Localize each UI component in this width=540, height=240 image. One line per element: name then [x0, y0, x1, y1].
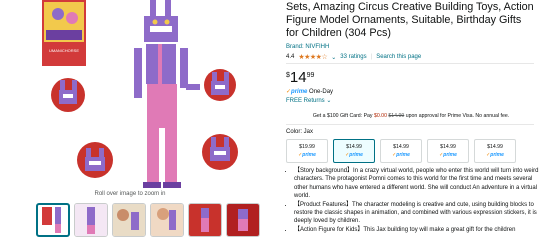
- swatch-price: $14.99: [346, 144, 362, 150]
- prime-logo-icon: prime: [302, 152, 316, 158]
- chevron-down-icon: ⌄: [326, 98, 332, 104]
- swatch-price: $19.99: [299, 144, 315, 150]
- price-fraction: 99: [306, 72, 315, 79]
- detail-circle: [51, 78, 85, 112]
- star-rating-icon[interactable]: ★★★★☆: [298, 53, 327, 61]
- feature-bullet: 【Product Features】The character modeling…: [294, 201, 540, 226]
- box-character: [52, 8, 64, 20]
- thumbnail-image[interactable]: [150, 203, 184, 237]
- prime-logo-icon: prime: [490, 152, 504, 158]
- thumbnail-figure: [42, 207, 61, 233]
- gift-card-pay: $0.00: [373, 113, 387, 119]
- feature-bullet: 【Story background】In a crazy virtual wor…: [294, 167, 540, 201]
- rating-value: 4.4: [286, 54, 295, 60]
- color-swatch[interactable]: $14.99 ✓prime: [427, 139, 469, 163]
- swatch-price: $14.99: [487, 144, 503, 150]
- color-swatch[interactable]: $14.99 ✓prime: [380, 139, 422, 163]
- color-label: Color: Jax: [286, 129, 314, 135]
- brand-link[interactable]: Brand: NIVFIHH: [286, 44, 329, 50]
- free-returns-link[interactable]: FREE Returns ⌄: [286, 97, 331, 104]
- price-whole: 14: [289, 69, 307, 86]
- ratings-count-link[interactable]: 33 ratings: [340, 54, 366, 60]
- feature-bullet: 【Action Figure for Kids】This Jax buildin…: [294, 226, 540, 234]
- swatch-price: $14.99: [393, 144, 409, 150]
- chevron-down-icon[interactable]: ⌄: [331, 54, 336, 61]
- thumbnail-figure: [227, 204, 259, 236]
- feature-bullets: 【Story background】In a crazy virtual wor…: [286, 167, 540, 234]
- color-swatch-selected[interactable]: $14.99 ✓prime: [333, 139, 375, 163]
- separator: |: [370, 54, 373, 60]
- product-title: Sets, Amazing Circus Creative Building T…: [286, 1, 534, 40]
- box-character-group: [46, 30, 82, 40]
- box-label: UMANICHORSE: [49, 48, 79, 53]
- color-swatch[interactable]: $14.99 ✓prime: [474, 139, 516, 163]
- prime-logo-icon: prime: [349, 152, 363, 158]
- prime-logo-icon: prime: [396, 152, 410, 158]
- free-returns-label: FREE Returns: [286, 98, 325, 104]
- thumbnail-figure: [113, 204, 145, 236]
- color-swatch[interactable]: $19.99 ✓prime: [286, 139, 328, 163]
- rating-row: 4.4 ★★★★☆ ⌄ 33 ratings | Search this pag…: [286, 53, 421, 61]
- gift-card-old-price: $14.99: [388, 113, 405, 119]
- thumbnail-image[interactable]: [112, 203, 146, 237]
- divider: [286, 63, 534, 64]
- jax-figure-illustration: UMANICHORSE: [42, 0, 238, 188]
- thumbnail-figure: [151, 204, 183, 236]
- prime-delivery: ✓prime One-Day: [286, 88, 333, 95]
- thumbnail-image[interactable]: [74, 203, 108, 237]
- detail-circle: [202, 134, 238, 170]
- jax-figure: [134, 0, 200, 188]
- gift-card-offer[interactable]: Get a $100 Gift Card: Pay $0.00 $14.99 u…: [286, 113, 536, 119]
- prime-shipping-label: One-Day: [309, 89, 334, 95]
- thumbnail-image[interactable]: [226, 203, 260, 237]
- thumbnail-figure: [189, 204, 221, 236]
- gift-card-text: Get a $100 Gift Card: Pay: [312, 113, 374, 119]
- thumbnail-image[interactable]: [188, 203, 222, 237]
- search-this-page-link[interactable]: Search this page: [376, 54, 421, 60]
- divider: [286, 124, 534, 125]
- prime-logo-icon: prime: [291, 89, 308, 95]
- thumbnail-figure: [75, 204, 107, 236]
- prime-logo-icon: prime: [443, 152, 457, 158]
- box-character: [66, 12, 78, 24]
- price: $ 14 99: [286, 70, 314, 85]
- detail-circle: [77, 142, 113, 178]
- gift-card-suffix: upon approval for Prime Visa. No annual …: [404, 113, 510, 119]
- detail-circle: [204, 69, 236, 101]
- zoom-hint: Roll over image to zoom in: [94, 191, 166, 197]
- main-product-image[interactable]: UMANICHORSE: [10, 0, 260, 188]
- swatch-price: $14.99: [440, 144, 456, 150]
- thumbnail-image[interactable]: [36, 203, 70, 237]
